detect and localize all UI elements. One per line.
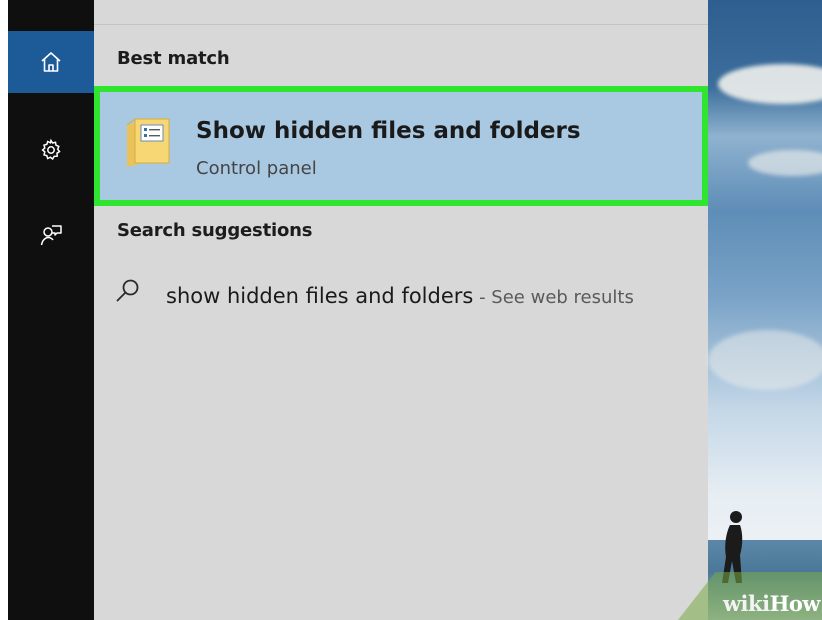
best-match-heading: Best match bbox=[117, 48, 230, 69]
watermark-text: wikiHow bbox=[722, 591, 821, 616]
start-nav-rail bbox=[8, 0, 94, 620]
suggestion-separator: - bbox=[473, 287, 492, 308]
best-match-result[interactable]: Show hidden files and folders Control pa… bbox=[94, 86, 708, 206]
watermark-wiki: wiki bbox=[722, 591, 770, 616]
screenshot-frame: Best match Show hidden files and folders… bbox=[8, 0, 822, 620]
search-suggestions-heading: Search suggestions bbox=[117, 220, 313, 241]
rail-feedback-button[interactable] bbox=[8, 204, 94, 266]
rail-home-button[interactable] bbox=[8, 31, 94, 93]
desktop-wallpaper bbox=[708, 0, 822, 620]
cloud bbox=[748, 150, 822, 176]
gear-icon bbox=[39, 138, 63, 162]
web-search-suggestion[interactable]: show hidden files and folders - See web … bbox=[94, 268, 708, 354]
feedback-icon bbox=[39, 223, 63, 247]
suggestion-hint: See web results bbox=[491, 287, 634, 308]
best-match-title: Show hidden files and folders bbox=[196, 118, 581, 144]
cloud bbox=[708, 330, 822, 390]
suggestion-text: show hidden files and folders - See web … bbox=[166, 278, 646, 316]
best-match-subtitle: Control panel bbox=[196, 158, 317, 179]
suggestion-query: show hidden files and folders bbox=[166, 284, 474, 308]
rail-settings-button[interactable] bbox=[8, 119, 94, 181]
folder-options-icon bbox=[125, 115, 173, 171]
divider bbox=[94, 24, 708, 25]
cloud bbox=[718, 64, 822, 104]
search-results-panel: Best match Show hidden files and folders… bbox=[94, 0, 708, 620]
watermark-how: How bbox=[769, 591, 821, 616]
search-icon bbox=[114, 276, 142, 308]
home-icon bbox=[39, 50, 63, 74]
